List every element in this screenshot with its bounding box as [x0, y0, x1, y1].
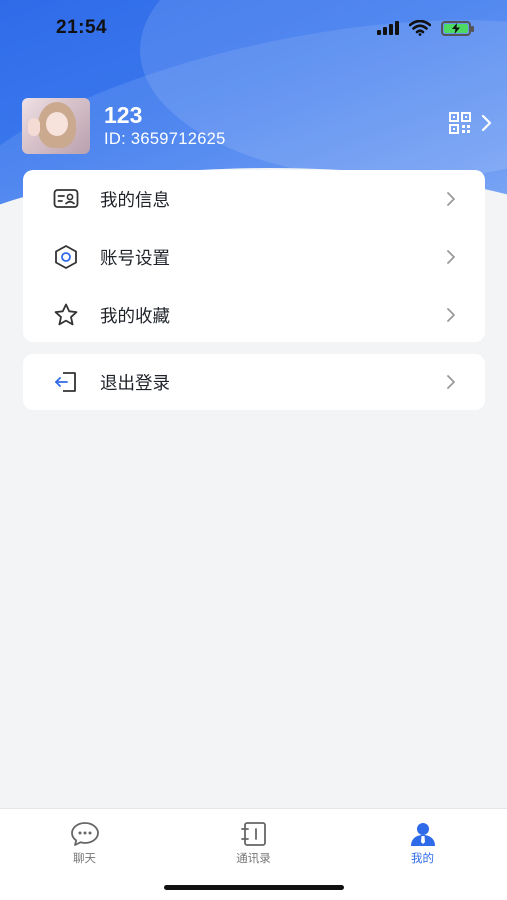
avatar[interactable]: [22, 98, 90, 154]
chevron-right-icon: [447, 308, 455, 322]
cellular-signal-icon: [377, 21, 399, 35]
logout-card: 退出登录: [23, 354, 485, 410]
star-icon: [53, 302, 79, 328]
chevron-right-icon: [481, 114, 492, 132]
logout-button[interactable]: 退出登录: [23, 354, 485, 410]
wifi-icon: [409, 20, 431, 36]
menu-item-label: 账号设置: [100, 248, 170, 269]
logout-label: 退出登录: [100, 373, 170, 394]
menu-item-my-info[interactable]: 我的信息: [23, 170, 485, 228]
chevron-right-icon: [447, 375, 455, 389]
menu-card: 我的信息 账号设置 我的收藏: [23, 170, 485, 342]
status-bar: 21:54: [0, 0, 507, 56]
chevron-right-icon: [447, 192, 455, 206]
id-card-icon: [53, 186, 79, 212]
tab-label: 聊天: [73, 851, 96, 865]
profile-header[interactable]: 123 ID: 3659712625: [22, 96, 492, 156]
status-time: 21:54: [56, 17, 108, 38]
logout-icon: [53, 369, 79, 395]
qr-code-button[interactable]: [449, 112, 492, 134]
tab-label: 我的: [411, 851, 434, 865]
menu-item-account-settings[interactable]: 账号设置: [23, 228, 485, 286]
user-icon: [410, 823, 435, 846]
home-indicator: [164, 885, 344, 890]
tab-label: 通讯录: [236, 851, 271, 865]
menu-item-favorites[interactable]: 我的收藏: [23, 286, 485, 344]
hexagon-settings-icon: [53, 244, 79, 270]
battery-charging-icon: [441, 20, 474, 36]
tab-chat[interactable]: 聊天: [0, 809, 169, 900]
qr-code-icon: [449, 112, 471, 134]
contacts-icon: [240, 822, 266, 846]
profile-id: ID: 3659712625: [104, 130, 226, 148]
menu-item-label: 我的收藏: [100, 306, 170, 327]
menu-item-label: 我的信息: [100, 190, 170, 211]
chat-icon: [70, 822, 99, 846]
chevron-right-icon: [447, 250, 455, 264]
profile-name: 123: [104, 102, 143, 128]
status-icons: [377, 20, 474, 36]
tab-me[interactable]: 我的: [338, 809, 507, 900]
